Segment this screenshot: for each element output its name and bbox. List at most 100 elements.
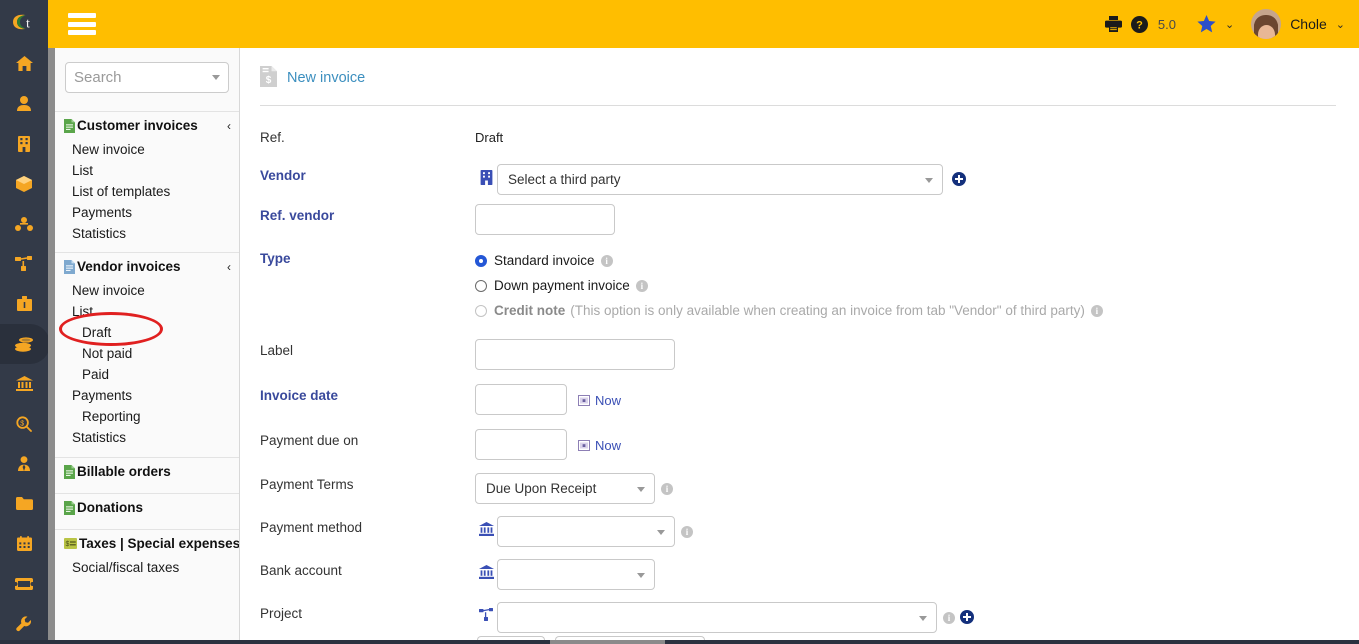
chevron-down-icon[interactable]	[637, 573, 645, 578]
invoice-doc-icon: $	[260, 66, 277, 90]
form-row-ref-vendor: Ref. vendor	[260, 204, 1359, 235]
sidebar-group-label: Customer invoices	[77, 118, 198, 133]
sidebar-group-donations[interactable]: Donations	[55, 494, 239, 521]
sidebar-item-vendor-list[interactable]: List	[55, 301, 239, 322]
sidebar-item-customer-payments[interactable]: Payments	[55, 202, 239, 223]
form-row-ref: Ref. Draft	[260, 126, 1359, 152]
nodes-icon[interactable]	[0, 204, 48, 244]
tax-icon: $	[64, 538, 77, 549]
sidebar-group-vendor-invoices[interactable]: Vendor invoices ‹	[55, 253, 239, 280]
sidebar-item-vendor-statistics[interactable]: Statistics	[55, 427, 239, 448]
sidebar-item-social-fiscal-taxes[interactable]: Social/fiscal taxes	[55, 557, 239, 578]
sidebar-item-vendor-paid[interactable]: Paid	[55, 364, 239, 385]
ref-vendor-field	[475, 204, 615, 235]
bank-icon[interactable]	[0, 364, 48, 404]
chevron-left-icon[interactable]: ‹	[227, 260, 231, 274]
printer-icon[interactable]	[1104, 16, 1122, 32]
sidebar-group-customer-invoices[interactable]: Customer invoices ‹	[55, 112, 239, 139]
help-circle-icon[interactable]: ?	[1130, 15, 1148, 33]
radio-standard-invoice[interactable]	[475, 254, 487, 267]
info-icon[interactable]: i	[943, 612, 955, 624]
coins-icon[interactable]	[0, 323, 50, 364]
folder-icon[interactable]	[0, 484, 48, 524]
add-vendor-button[interactable]	[952, 164, 966, 186]
search-box[interactable]	[65, 62, 229, 93]
briefcase-icon[interactable]	[0, 284, 48, 324]
bank-account-select[interactable]	[497, 559, 655, 590]
user-chevron-down-icon[interactable]: ⌄	[1336, 18, 1345, 31]
invoice-date-field: Now	[475, 384, 621, 415]
sitemap-icon[interactable]	[0, 244, 48, 284]
project-select[interactable]	[497, 602, 937, 633]
bank-account-field	[475, 559, 655, 590]
search-input[interactable]	[66, 63, 206, 92]
payment-terms-value: Due Upon Receipt	[486, 481, 597, 496]
payment-due-input[interactable]	[475, 429, 567, 460]
topbar-actions: ? 5.0 ⌄ Chole ⌄	[1104, 9, 1345, 39]
info-icon[interactable]: i	[600, 254, 613, 267]
project-field: i	[475, 602, 974, 633]
chevron-down-icon[interactable]	[657, 530, 665, 535]
chevron-down-icon[interactable]	[637, 487, 645, 492]
radio-credit-note	[475, 304, 487, 317]
ticket-icon[interactable]	[0, 564, 48, 604]
calendar-icon[interactable]	[0, 524, 48, 564]
page-title: New invoice	[287, 70, 366, 86]
label-input[interactable]	[475, 339, 675, 370]
payment-due-now-link[interactable]: Now	[578, 429, 621, 453]
sidebar-group-label: Donations	[77, 500, 143, 515]
box-icon[interactable]	[0, 164, 48, 204]
radio-down-payment-invoice[interactable]	[475, 279, 487, 292]
sidebar-group-label: Taxes | Special expenses	[79, 536, 240, 551]
chevron-left-icon[interactable]: ‹	[227, 119, 231, 133]
bank-blue-icon	[475, 516, 497, 536]
sidebar-item-vendor-not-paid[interactable]: Not paid	[55, 343, 239, 364]
building-icon[interactable]	[0, 124, 48, 164]
search-dollar-icon[interactable]: $	[0, 404, 48, 444]
hamburger-menu-icon[interactable]	[68, 13, 96, 35]
ref-label: Ref.	[260, 130, 285, 145]
star-icon[interactable]	[1197, 15, 1216, 33]
user-icon[interactable]	[0, 84, 48, 124]
payment-terms-select[interactable]: Due Upon Receipt	[475, 473, 655, 504]
now-label: Now	[595, 393, 622, 408]
type-option-down-payment-invoice[interactable]: Down payment invoice i	[475, 273, 648, 298]
user-tie-icon[interactable]	[0, 444, 48, 484]
sidebar-item-customer-list[interactable]: List	[55, 160, 239, 181]
dolibarr-logo-icon[interactable]: t	[0, 0, 48, 44]
avatar[interactable]	[1251, 9, 1282, 39]
add-project-button[interactable]	[960, 602, 974, 624]
invoice-date-now-link[interactable]: Now	[578, 384, 621, 408]
invoice-date-input[interactable]	[475, 384, 567, 415]
sidebar-item-customer-list-templates[interactable]: List of templates	[55, 181, 239, 202]
wrench-icon[interactable]	[0, 604, 48, 644]
payment-method-label: Payment method	[260, 520, 363, 535]
bookmark-chevron-down-icon[interactable]: ⌄	[1225, 18, 1234, 31]
sidebar-item-vendor-new-invoice[interactable]: New invoice	[55, 280, 239, 301]
info-icon[interactable]: i	[681, 526, 693, 538]
info-icon[interactable]: i	[661, 483, 673, 495]
sidebar-item-vendor-payments[interactable]: Payments	[55, 385, 239, 406]
chevron-down-icon[interactable]	[919, 616, 927, 621]
sidebar-group-billable-orders[interactable]: Billable orders	[55, 458, 239, 485]
sidebar-item-customer-new-invoice[interactable]: New invoice	[55, 139, 239, 160]
top-bar: ? 5.0 ⌄ Chole ⌄	[48, 0, 1359, 48]
sidebar-item-vendor-draft[interactable]: Draft	[55, 322, 239, 343]
bottom-scrollbar[interactable]	[550, 640, 665, 644]
info-icon[interactable]: i	[1090, 304, 1103, 317]
form-row-project: Project i	[260, 602, 1359, 633]
sidebar-item-vendor-reporting[interactable]: Reporting	[55, 406, 239, 427]
username-label[interactable]: Chole	[1290, 16, 1327, 32]
ref-vendor-input[interactable]	[475, 204, 615, 235]
bank-blue-icon	[475, 559, 497, 579]
payment-method-select[interactable]	[497, 516, 675, 547]
sidebar-item-customer-statistics[interactable]: Statistics	[55, 223, 239, 244]
chevron-down-icon[interactable]	[212, 75, 220, 80]
sidebar-group-taxes[interactable]: $ Taxes | Special expenses ‹	[55, 530, 239, 557]
type-option-standard-invoice[interactable]: Standard invoice i	[475, 248, 613, 273]
info-icon[interactable]: i	[635, 279, 648, 292]
home-icon[interactable]	[0, 44, 48, 84]
vendor-select[interactable]: Select a third party	[497, 164, 943, 195]
chevron-down-icon[interactable]	[925, 178, 933, 183]
sidebar-search	[55, 48, 239, 93]
